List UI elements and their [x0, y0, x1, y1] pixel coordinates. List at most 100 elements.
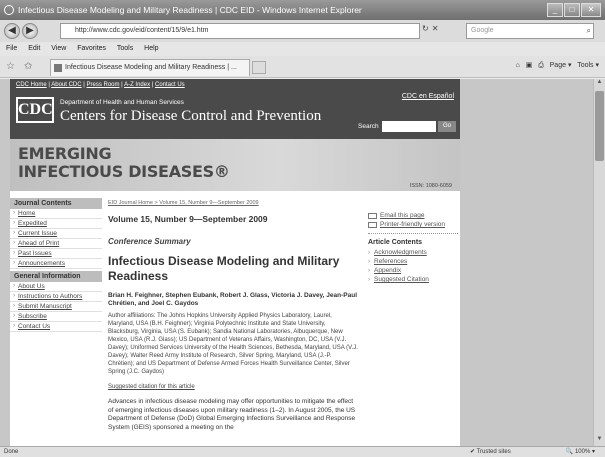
ie-icon — [4, 5, 14, 15]
feeds-icon[interactable]: ▣ — [526, 62, 533, 69]
tools-label: Tools — [577, 62, 594, 69]
article-tools: Email this page Printer-friendly version… — [368, 212, 458, 284]
espanol-link[interactable]: CDC en Español — [402, 93, 454, 100]
sidebar-item-instructions[interactable]: Instructions to Authors — [10, 292, 102, 302]
browser-tab[interactable]: Infectious Disease Modeling and Military… — [50, 59, 250, 76]
status-text: Done — [4, 449, 19, 455]
link-cdc-home[interactable]: CDC Home — [16, 82, 47, 88]
sidebar-item-contact-us[interactable]: Contact Us — [10, 322, 102, 332]
cdc-header: CDC Home | About CDC | Press Room | A-Z … — [10, 79, 460, 139]
eid-line1: EMERGING — [18, 144, 112, 163]
forward-button[interactable]: ▶ — [22, 23, 38, 39]
tools-menu[interactable]: Tools ▾ — [577, 62, 599, 69]
minimize-button[interactable]: _ — [547, 3, 563, 17]
menu-tools[interactable]: Tools — [117, 45, 133, 52]
tab-favicon-icon — [54, 64, 62, 72]
eid-banner: EMERGING INFECTIOUS DISEASES® ISSN: 1080-… — [10, 139, 460, 191]
search-icon[interactable]: ⌕ — [587, 24, 591, 38]
general-information-heading: General Information — [10, 271, 102, 282]
favorites-star-icon[interactable]: ☆ — [6, 61, 15, 72]
contents-suggested-citation[interactable]: Suggested Citation — [368, 275, 458, 284]
tools-divider — [368, 233, 458, 234]
cdc-logo[interactable]: CDC — [16, 97, 54, 123]
top-links: CDC Home | About CDC | Press Room | A-Z … — [16, 82, 185, 88]
contents-acknowledgments[interactable]: Acknowledgments — [368, 248, 458, 257]
contents-references[interactable]: References — [368, 257, 458, 266]
address-bar[interactable]: http://www.cdc.gov/eid/content/15/9/e1.h… — [60, 23, 420, 39]
eid-line2: INFECTIOUS DISEASES — [18, 162, 214, 181]
link-contact-us[interactable]: Contact Us — [155, 82, 185, 88]
maximize-button[interactable]: □ — [564, 3, 580, 17]
scroll-thumb[interactable] — [595, 91, 604, 161]
article-authors: Brian H. Feighner, Stephen Eubank, Rober… — [108, 292, 358, 307]
tab-title: Infectious Disease Modeling and Military… — [65, 64, 237, 71]
web-page: CDC Home | About CDC | Press Room | A-Z … — [10, 79, 460, 446]
sidebar-item-submit-manuscript[interactable]: Submit Manuscript — [10, 302, 102, 312]
add-favorite-icon[interactable]: ✩ — [24, 61, 32, 72]
zoom-value: 100% — [574, 449, 591, 455]
site-search-label: Search — [358, 123, 379, 130]
link-press-room[interactable]: Press Room — [87, 82, 120, 88]
sidebar-item-expedited[interactable]: Expedited — [10, 219, 102, 229]
citation-link[interactable]: Suggested citation for this article — [108, 384, 358, 390]
address-url: http://www.cdc.gov/eid/content/15/9/e1.h… — [75, 27, 209, 34]
print-version-link[interactable]: Printer-friendly version — [368, 221, 458, 228]
vertical-scrollbar[interactable]: ▲ ▼ — [593, 79, 605, 446]
refresh-icon[interactable]: ↻ — [422, 24, 432, 33]
sidebar: Journal Contents Home Expedited Current … — [10, 196, 102, 446]
window-controls: _ □ ✕ — [547, 3, 601, 17]
menu-favorites[interactable]: Favorites — [77, 45, 106, 52]
sidebar-item-past-issues[interactable]: Past Issues — [10, 249, 102, 259]
eid-logo[interactable]: EMERGING INFECTIOUS DISEASES® — [18, 145, 230, 181]
site-search-go-button[interactable]: Go — [438, 121, 456, 132]
scroll-up-icon[interactable]: ▲ — [594, 79, 605, 89]
stop-icon[interactable]: ✕ — [432, 24, 442, 33]
link-az-index[interactable]: A-Z Index — [124, 82, 150, 88]
site-search-input[interactable] — [382, 121, 436, 132]
menu-view[interactable]: View — [51, 45, 66, 52]
zone-label: Trusted sites — [476, 449, 511, 455]
scroll-down-icon[interactable]: ▼ — [594, 436, 605, 446]
article-contents-heading: Article Contents — [368, 239, 423, 246]
title-bar: Infectious Disease Modeling and Military… — [0, 0, 605, 20]
article-main: EID Journal Home > Volume 15, Number 9—S… — [108, 200, 358, 446]
printer-icon — [368, 222, 377, 228]
contents-appendix[interactable]: Appendix — [368, 266, 458, 275]
link-about-cdc[interactable]: About CDC — [51, 82, 81, 88]
page-label: Page — [549, 62, 566, 69]
back-button[interactable]: ◀ — [4, 23, 20, 39]
home-icon[interactable]: ⌂ — [516, 62, 520, 69]
print-icon[interactable]: ⎙ — [538, 62, 544, 69]
close-button[interactable]: ✕ — [581, 3, 601, 17]
page-viewport: CDC Home | About CDC | Press Room | A-Z … — [0, 79, 605, 446]
sidebar-item-home[interactable]: Home — [10, 209, 102, 219]
email-icon — [368, 213, 377, 219]
menu-file[interactable]: File — [6, 45, 17, 52]
browser-window: Infectious Disease Modeling and Military… — [0, 0, 605, 457]
command-buttons: ⌂ ▣ ⎙ Page ▾ Tools ▾ — [516, 61, 599, 70]
issn: ISSN: 1080-6059 — [409, 183, 452, 189]
page-menu[interactable]: Page ▾ — [550, 62, 572, 69]
new-tab-button[interactable] — [252, 61, 266, 74]
sidebar-item-current-issue[interactable]: Current Issue — [10, 229, 102, 239]
status-bar: Done ✔ Trusted sites 🔍 100% ▾ — [0, 446, 605, 457]
breadcrumb[interactable]: EID Journal Home > Volume 15, Number 9—S… — [108, 200, 358, 206]
dept-name: Department of Health and Human Services — [60, 99, 184, 106]
page-title: Infectious Disease Modeling and Military… — [108, 254, 340, 283]
menu-edit[interactable]: Edit — [28, 45, 40, 52]
article-body: Advances in infectious disease modeling … — [108, 398, 356, 431]
print-label: Printer-friendly version — [380, 221, 446, 228]
zoom-level[interactable]: 🔍 100% ▾ — [566, 447, 595, 457]
menu-bar: File Edit View Favorites Tools Help — [0, 42, 605, 56]
address-controls: ↻✕ — [422, 24, 441, 33]
menu-help[interactable]: Help — [144, 45, 158, 52]
volume-heading: Volume 15, Number 9—September 2009 — [108, 214, 268, 224]
email-page-link[interactable]: Email this page — [368, 212, 458, 219]
address-row: ◀ ▶ http://www.cdc.gov/eid/content/15/9/… — [0, 20, 605, 42]
sidebar-item-ahead-of-print[interactable]: Ahead of Print — [10, 239, 102, 249]
sidebar-item-about-us[interactable]: About Us — [10, 282, 102, 292]
search-box[interactable]: Google ⌕ — [466, 23, 594, 39]
security-zone[interactable]: ✔ Trusted sites — [470, 447, 511, 457]
sidebar-item-announcements[interactable]: Announcements — [10, 259, 102, 269]
sidebar-item-subscribe[interactable]: Subscribe — [10, 312, 102, 322]
